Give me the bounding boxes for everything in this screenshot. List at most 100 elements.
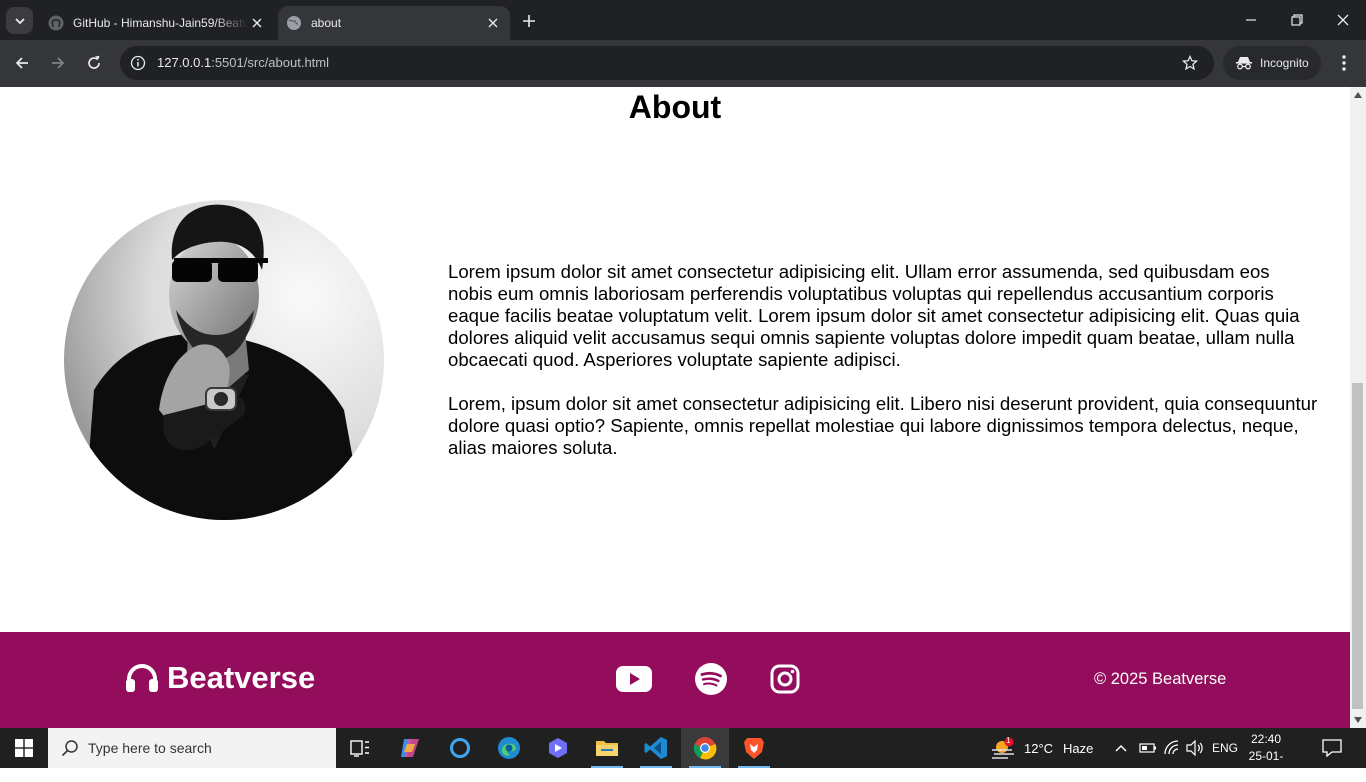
brand-name: Beatverse: [167, 660, 316, 695]
input-language[interactable]: ENG: [1212, 728, 1238, 768]
vscode-icon: [644, 737, 667, 759]
scroll-down-arrow[interactable]: [1350, 712, 1366, 728]
url-text[interactable]: 127.0.0.1:5501/src/about.html: [157, 55, 329, 70]
speaker-icon: [1186, 740, 1203, 756]
restore-icon: [1291, 14, 1303, 26]
about-description: Lorem ipsum dolor sit amet consectetur a…: [448, 261, 1318, 459]
chrome-button[interactable]: [681, 728, 729, 768]
task-view-button[interactable]: [336, 728, 384, 768]
spotify-icon: [695, 663, 727, 695]
network-status[interactable]: [1163, 728, 1181, 768]
restore-button[interactable]: [1274, 0, 1320, 40]
minimize-button[interactable]: [1228, 0, 1274, 40]
globe-icon: [287, 16, 301, 30]
language-label: ENG: [1212, 741, 1239, 755]
close-icon: [1337, 14, 1349, 26]
youtube-icon: [616, 666, 652, 692]
notification-icon: [1322, 739, 1342, 757]
chevron-up-icon: [1115, 744, 1127, 752]
start-button[interactable]: [0, 728, 48, 768]
brave-button[interactable]: [730, 728, 778, 768]
battery-status[interactable]: [1139, 728, 1157, 768]
more-vertical-icon: [1342, 55, 1346, 71]
site-info-icon[interactable]: [128, 53, 148, 73]
address-bar[interactable]: 127.0.0.1:5501/src/about.html: [120, 46, 1214, 80]
weather-badge: 1: [1006, 736, 1011, 745]
volume-control[interactable]: [1186, 728, 1204, 768]
github-icon: [48, 15, 64, 31]
tab-title: GitHub - Himanshu-Jain59/Beatverse: [73, 16, 248, 30]
tab-about[interactable]: about: [278, 6, 510, 40]
chrome-icon: [693, 737, 717, 760]
instagram-link[interactable]: [767, 661, 803, 697]
weather-description: Haze: [1063, 740, 1094, 756]
youtube-link[interactable]: [616, 661, 652, 697]
copilot-button[interactable]: [386, 728, 434, 768]
windows-taskbar: Type here to search 1 12°C Haze ENG 22:4…: [0, 728, 1366, 780]
notification-center-button[interactable]: [1322, 728, 1342, 768]
browser-menu-button[interactable]: [1334, 52, 1354, 74]
page-title: About: [628, 89, 722, 125]
scroll-up-arrow[interactable]: [1350, 87, 1366, 103]
page-scrollbar[interactable]: [1350, 87, 1366, 728]
triangle-up-icon: [1354, 92, 1362, 98]
bookmark-star-icon[interactable]: [1180, 53, 1200, 73]
page-viewport: About Lorem ipsum dolor sit amet consect…: [0, 87, 1350, 728]
cortana-button[interactable]: [436, 728, 484, 768]
copyright-text: © 2025 Beatverse: [1094, 670, 1227, 688]
incognito-icon: [1236, 57, 1252, 70]
clock-time: 22:40: [1250, 732, 1282, 746]
arrow-left-icon: [15, 57, 28, 69]
file-explorer-button[interactable]: [583, 728, 631, 768]
instagram-icon: [770, 664, 800, 694]
folder-icon: [596, 741, 618, 756]
hexagon-app-icon: [549, 738, 567, 758]
wifi-icon: [1164, 740, 1179, 755]
edge-button[interactable]: [485, 728, 533, 768]
url-host: 127.0.0.1: [157, 55, 212, 70]
battery-icon: [1139, 743, 1156, 753]
forward-button[interactable]: [44, 49, 72, 77]
about-paragraph: Lorem ipsum dolor sit amet consectetur a…: [448, 261, 1300, 370]
cortana-icon: [450, 738, 470, 758]
show-hidden-icons-button[interactable]: [1114, 728, 1128, 768]
vscode-button[interactable]: [632, 728, 680, 768]
close-tab-button[interactable]: [248, 14, 266, 32]
clock-date: 25-01-2025: [1248, 749, 1284, 780]
minimize-icon: [1246, 19, 1256, 21]
spotify-link[interactable]: [693, 661, 729, 697]
new-tab-button[interactable]: [518, 10, 540, 32]
triangle-down-icon: [1354, 717, 1362, 723]
taskbar-search-box[interactable]: Type here to search: [48, 728, 336, 768]
weather-haze-icon: [992, 737, 1014, 759]
incognito-label: Incognito: [1260, 56, 1309, 70]
weather-temperature: 12°C: [1024, 740, 1054, 756]
url-path: :5501/src/about.html: [211, 55, 330, 70]
weather-widget[interactable]: 1 12°C Haze: [990, 728, 1093, 768]
browser-tab-bar: GitHub - Himanshu-Jain59/Beatverse about: [0, 0, 1366, 40]
brave-lion-icon: [744, 738, 764, 759]
arrow-right-icon: [52, 57, 65, 69]
system-clock[interactable]: 22:40 25-01-2025: [1240, 731, 1292, 782]
copilot-app-button[interactable]: [534, 728, 582, 768]
incognito-indicator[interactable]: Incognito: [1223, 46, 1321, 80]
tab-github[interactable]: GitHub - Himanshu-Jain59/Beatverse: [40, 6, 274, 40]
back-button[interactable]: [8, 49, 36, 77]
search-icon: [61, 740, 78, 757]
footer-brand[interactable]: Beatverse: [125, 660, 315, 696]
windows-logo-icon: [15, 739, 33, 757]
close-window-button[interactable]: [1320, 0, 1366, 40]
scroll-thumb[interactable]: [1352, 383, 1363, 709]
search-placeholder: Type here to search: [88, 740, 212, 756]
reload-button[interactable]: [80, 49, 108, 77]
plus-icon: [523, 15, 535, 27]
browser-toolbar: 127.0.0.1:5501/src/about.html Incognito: [0, 40, 1366, 87]
about-paragraph: Lorem, ipsum dolor sit amet consectetur …: [448, 393, 1318, 458]
artist-photo: [64, 200, 384, 520]
headphones-icon: [126, 664, 158, 692]
tab-search-button[interactable]: [6, 7, 33, 34]
site-footer: Beatverse © 2025 Beatverse: [0, 632, 1350, 728]
chevron-down-icon: [14, 17, 25, 24]
close-tab-button[interactable]: [484, 14, 502, 32]
edge-icon: [498, 737, 520, 759]
